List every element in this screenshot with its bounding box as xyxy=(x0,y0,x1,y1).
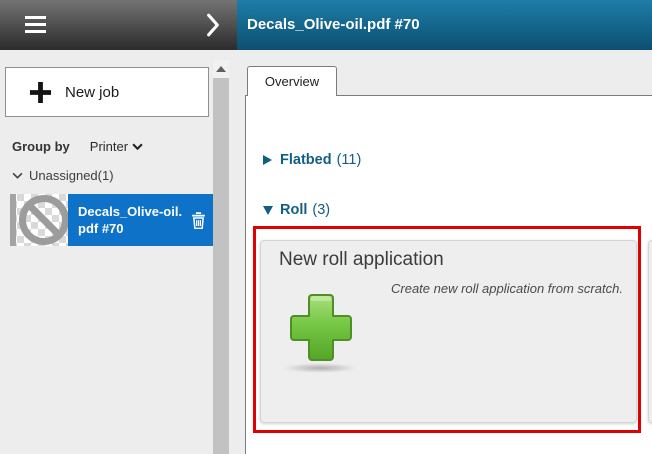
top-bar-nav-section xyxy=(0,0,237,50)
group-by-label: Group by xyxy=(12,139,70,154)
section-collapsed-icon xyxy=(263,155,272,165)
adjacent-application-card[interactable] xyxy=(648,240,652,423)
tab-overview[interactable]: Overview xyxy=(247,66,337,96)
scrollbar-thumb[interactable] xyxy=(213,78,229,454)
section-label: Roll xyxy=(280,202,307,218)
no-preview-icon xyxy=(18,194,68,246)
application-window: Decals_Olive-oil.pdf #70 New job Group b… xyxy=(0,0,652,454)
sidebar-scrollbar[interactable] xyxy=(213,60,229,454)
job-item-body: Decals_Olive-oil. pdf #70 xyxy=(68,194,213,246)
chevron-right-icon[interactable] xyxy=(203,13,223,37)
section-expanded-icon xyxy=(263,206,273,215)
group-header-unassigned[interactable]: Unassigned(1) xyxy=(12,166,114,184)
scroll-up-icon[interactable] xyxy=(213,60,229,77)
section-count: (11) xyxy=(337,152,362,168)
job-title: Decals_Olive-oil. pdf #70 xyxy=(78,203,186,237)
card-title: New roll application xyxy=(279,249,444,271)
section-header-roll[interactable]: Roll (3) xyxy=(263,200,330,220)
hamburger-icon[interactable] xyxy=(25,16,46,34)
section-header-flatbed[interactable]: Flatbed (11) xyxy=(263,150,361,170)
trash-icon[interactable] xyxy=(190,211,207,230)
group-by-dropdown[interactable]: Printer xyxy=(90,139,143,154)
group-by-value: Printer xyxy=(90,139,128,154)
new-job-button[interactable]: New job xyxy=(5,67,209,117)
chevron-down-icon xyxy=(132,143,143,150)
group-header-label: Unassigned(1) xyxy=(29,168,114,183)
group-by-row: Group by Printer xyxy=(12,137,143,155)
top-bar: Decals_Olive-oil.pdf #70 xyxy=(0,0,652,50)
add-roll-plus-icon xyxy=(289,293,353,362)
job-thumbnail xyxy=(10,194,68,246)
new-job-label: New job xyxy=(65,84,119,101)
section-label: Flatbed xyxy=(280,152,332,168)
card-subtitle: Create new roll application from scratch… xyxy=(391,281,623,296)
new-roll-application-card[interactable]: New roll application Create new roll app… xyxy=(260,240,637,423)
job-list-item-selected[interactable]: Decals_Olive-oil. pdf #70 xyxy=(10,194,213,246)
tab-overview-label: Overview xyxy=(265,74,319,89)
plus-icon-shadow xyxy=(283,363,357,373)
plus-icon xyxy=(29,81,52,104)
thumbnail-edge-strip xyxy=(10,194,16,246)
chevron-down-icon xyxy=(12,172,23,179)
job-window-title: Decals_Olive-oil.pdf #70 xyxy=(247,0,420,50)
section-count: (3) xyxy=(312,202,330,218)
top-bar-title-section: Decals_Olive-oil.pdf #70 xyxy=(237,0,652,50)
